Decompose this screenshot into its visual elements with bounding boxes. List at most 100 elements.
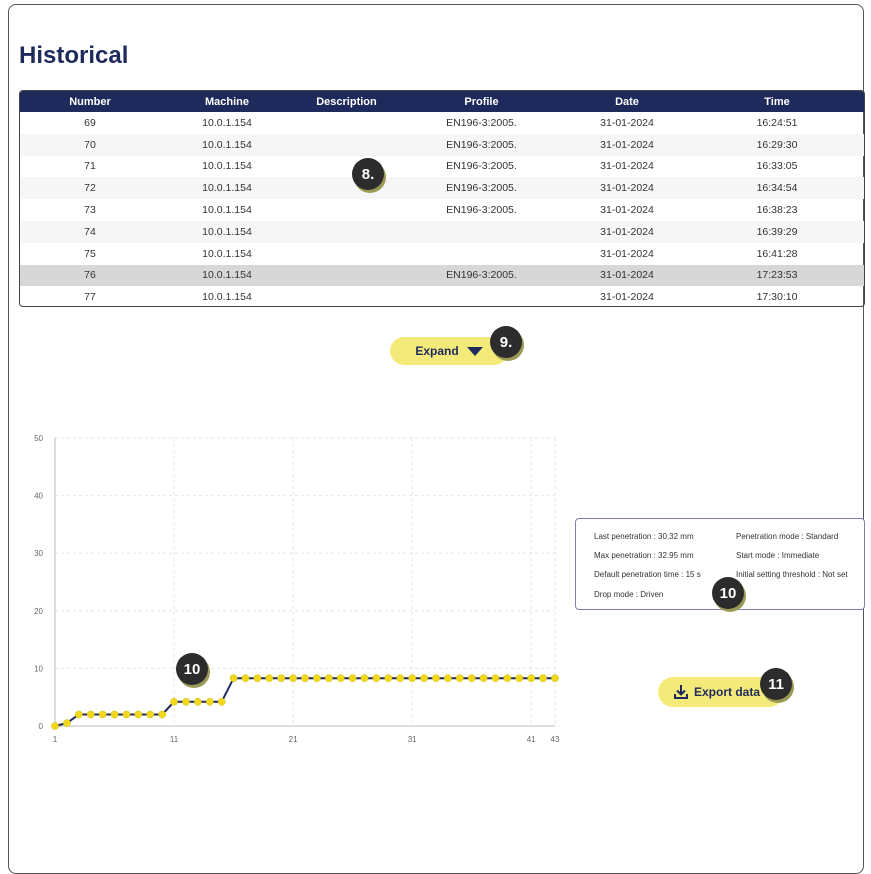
data-point (527, 674, 536, 683)
data-point (229, 674, 238, 683)
cell-machine: 10.0.1.154 (160, 264, 294, 287)
cell-date: 31-01-2024 (600, 116, 654, 129)
cell-description (294, 112, 399, 134)
history-table: Number Machine Description Profile Date … (19, 90, 865, 307)
data-point (98, 710, 107, 719)
cell-time: 16:33:05 (756, 160, 798, 173)
info-default-time: Default penetration time : 15 s (594, 570, 701, 579)
table-row[interactable]: 77 10.0.1.154 31-01-2024 17:30:10 (20, 286, 864, 306)
callout-badge-10-chart: 10 (176, 653, 208, 685)
column-header-machine[interactable]: Machine (160, 91, 294, 112)
table-row[interactable]: 69 10.0.1.154 EN196-3:2005. 31-01-2024 16:24… (20, 112, 864, 134)
expand-button-label: Expand (415, 344, 459, 358)
data-point (420, 674, 428, 683)
column-header-date[interactable]: Date (564, 91, 690, 112)
cell-number: 76 (20, 264, 160, 287)
cell-number: 72 (20, 177, 160, 200)
cell-date: 31-01-2024 (600, 160, 654, 173)
data-point (408, 674, 416, 683)
cell-profile (399, 286, 564, 306)
data-point (551, 674, 559, 683)
data-point (503, 674, 512, 683)
cell-number: 70 (20, 133, 160, 156)
cell-machine: 10.0.1.154 (202, 116, 252, 129)
data-point (122, 710, 131, 719)
cell-time: 17:23:53 (690, 264, 864, 287)
data-point (217, 697, 226, 706)
column-header-profile[interactable]: Profile (399, 91, 564, 112)
info-last-penetration: Last penetration : 30.32 mm (594, 532, 694, 541)
y-tick-label: 0 (39, 722, 44, 731)
cell-machine: 10.0.1.154 (202, 291, 252, 304)
callout-badge-8: 8. (352, 158, 384, 190)
y-tick-label: 50 (34, 434, 43, 443)
data-point (372, 674, 381, 683)
data-point (539, 674, 547, 683)
cell-number: 73 (84, 204, 96, 217)
column-header-time[interactable]: Time (690, 91, 864, 112)
table-header-row: Number Machine Description Profile Date … (20, 91, 864, 112)
data-point (313, 674, 321, 683)
data-point (360, 674, 369, 683)
callout-badge-9: 9. (490, 326, 522, 358)
data-point (384, 674, 393, 683)
table-row[interactable]: 74 10.0.1.154 31-01-2024 16:39:29 (20, 220, 864, 243)
cell-time: 16:38:23 (756, 204, 798, 217)
data-point (170, 697, 178, 706)
cell-date: 31-01-2024 (564, 264, 690, 287)
y-tick-label: 20 (34, 607, 43, 616)
cell-date: 31-01-2024 (564, 177, 690, 200)
y-tick-label: 30 (34, 549, 43, 558)
x-tick-label: 31 (408, 735, 417, 744)
data-point (253, 674, 262, 683)
callout-badge-11: 11 (760, 668, 792, 700)
data-point (444, 674, 452, 683)
series-line (54, 677, 555, 727)
table-row[interactable]: 73 10.0.1.154 EN196-3:2005. 31-01-2024 16:38… (20, 199, 864, 221)
data-point (515, 674, 524, 683)
info-threshold: Initial setting threshold : Not set (736, 570, 848, 579)
data-point (467, 674, 476, 683)
cell-description (294, 177, 399, 200)
data-point (51, 722, 59, 730)
y-tick-label: 40 (34, 492, 43, 501)
data-point (301, 674, 309, 683)
x-tick-label: 41 (527, 735, 536, 744)
cell-number: 71 (84, 160, 96, 173)
cell-profile: EN196-3:2005. (399, 177, 564, 200)
column-header-description[interactable]: Description (294, 91, 399, 112)
data-point (158, 710, 166, 719)
data-point (336, 674, 345, 683)
cell-machine: 10.0.1.154 (160, 133, 294, 156)
data-point (63, 719, 71, 727)
cell-number: 69 (84, 116, 96, 129)
callout-badge-10-info: 10 (712, 577, 744, 609)
info-penetration-mode: Penetration mode : Standard (736, 532, 839, 541)
download-icon (674, 685, 688, 699)
cell-time: 16:29:30 (690, 133, 864, 156)
cell-time: 16:34:54 (690, 177, 864, 200)
data-point (491, 674, 500, 683)
x-tick-label: 11 (170, 735, 179, 744)
table-row[interactable]: 71 10.0.1.154 EN196-3:2005. 31-01-2024 16:33… (20, 156, 864, 178)
column-header-number[interactable]: Number (20, 91, 160, 112)
table-row[interactable]: 76 10.0.1.154 EN196-3:2005. 31-01-2024 17:23… (20, 264, 864, 287)
x-tick-label: 1 (53, 735, 58, 744)
cell-description (294, 264, 399, 287)
cell-date: 31-01-2024 (564, 133, 690, 156)
cell-description (294, 286, 399, 306)
data-point (432, 674, 440, 683)
cell-profile: EN196-3:2005. (446, 116, 517, 129)
table-row[interactable]: 70 10.0.1.154 EN196-3:2005. 31-01-2024 16:29… (20, 133, 864, 156)
cell-description (294, 220, 399, 243)
data-point (241, 674, 250, 683)
table-row[interactable]: 72 10.0.1.154 EN196-3:2005. 31-01-2024 16:34… (20, 177, 864, 200)
table-row[interactable]: 75 10.0.1.154 31-01-2024 16:41:28 (20, 243, 864, 265)
cell-profile: EN196-3:2005. (446, 204, 517, 217)
cell-machine: 10.0.1.154 (202, 247, 252, 260)
cell-date: 31-01-2024 (564, 220, 690, 243)
cell-time: 16:24:51 (756, 116, 798, 129)
penetration-chart: 010203040501 11 21 31 41 43 (34, 434, 560, 744)
data-point (86, 710, 95, 719)
cell-profile: EN196-3:2005. (399, 264, 564, 287)
